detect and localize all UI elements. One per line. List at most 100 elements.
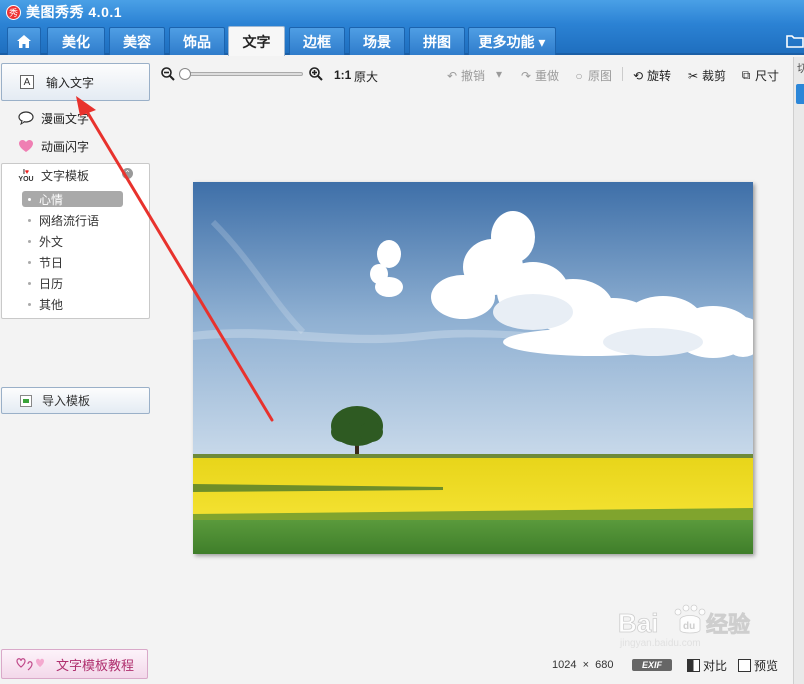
title-bar: 秀 美图秀秀 4.0.1	[0, 0, 804, 24]
animated-text-label: 动画闪字	[41, 139, 90, 154]
watermark-url: jingyan.baidu.com	[619, 638, 701, 649]
tab-beautify[interactable]: 美化	[47, 27, 105, 55]
bullet-icon	[28, 260, 31, 264]
original-image-label: 原图	[588, 69, 613, 83]
tab-frame[interactable]: 边框	[289, 27, 345, 55]
zoom-slider-thumb[interactable]	[179, 68, 191, 80]
tab-text[interactable]: 文字	[228, 26, 285, 56]
zoom-slider[interactable]	[179, 68, 303, 80]
actual-size-ratio-button[interactable]: 1:1	[334, 68, 351, 82]
category-label: 节日	[39, 255, 64, 270]
times-sign: ×	[582, 659, 590, 671]
undo-label: 撤销	[461, 69, 486, 83]
watermark-suffix: 经验	[706, 612, 750, 638]
crop-button[interactable]: ✂ 裁剪	[686, 67, 726, 84]
svg-text:Bai: Bai	[618, 608, 658, 638]
hearts-decoration-icon	[16, 658, 44, 671]
import-template-label: 导入模板	[42, 394, 91, 408]
landscape-photo	[193, 182, 753, 554]
redo-label: 重做	[535, 69, 560, 83]
original-size-button[interactable]: 原大	[354, 68, 378, 85]
compare-label: 对比	[703, 659, 728, 673]
right-panel-tab[interactable]	[796, 84, 804, 104]
text-template-panel: I♥ YOU 文字模板 ⌃ 心情 网络流行语 外文 节日 日历 其他	[1, 163, 150, 319]
collapse-up-icon[interactable]: ⌃	[122, 168, 133, 179]
redo-button[interactable]: ↷ 重做	[519, 67, 559, 84]
image-height: 680	[595, 659, 614, 671]
bullet-icon	[28, 302, 31, 306]
bullet-icon	[28, 239, 31, 243]
zoom-in-icon[interactable]	[309, 67, 323, 81]
canvas-photo[interactable]	[193, 182, 753, 554]
comic-text-item[interactable]: 漫画文字	[18, 109, 89, 127]
speech-bubble-icon	[18, 111, 34, 125]
toolbar-divider	[622, 67, 623, 81]
flashing-heart-icon	[18, 139, 34, 153]
undo-button[interactable]: ↶ 撤销	[445, 67, 485, 84]
category-calendar[interactable]: 日历	[22, 275, 123, 291]
bullet-icon	[28, 281, 31, 285]
tab-beauty[interactable]: 美容	[109, 27, 165, 55]
compare-icon	[687, 659, 700, 672]
category-mood[interactable]: 心情	[22, 191, 123, 207]
text-template-header[interactable]: I♥ YOU 文字模板	[18, 167, 89, 184]
app-title: 美图秀秀 4.0.1	[26, 4, 123, 20]
bullet-icon	[28, 197, 31, 201]
left-panel: A 输入文字 漫画文字 动画闪字 I♥ YOU 文字模板 ⌃ 心情 网络流行语 外…	[0, 57, 153, 684]
tutorial-label: 文字模板教程	[56, 657, 135, 673]
tab-scene[interactable]: 场景	[349, 27, 405, 55]
tab-more-features[interactable]: 更多功能 ▾	[468, 27, 556, 55]
comic-text-label: 漫画文字	[41, 111, 90, 126]
redo-icon: ↷	[520, 68, 532, 83]
category-label: 心情	[39, 192, 64, 207]
right-panel-label: 切	[797, 63, 804, 75]
tab-home[interactable]	[7, 27, 41, 55]
category-label: 外文	[39, 234, 64, 249]
tab-accessories[interactable]: 饰品	[169, 27, 225, 55]
image-dimensions: 1024 × 680	[552, 659, 614, 671]
open-folder-icon[interactable]	[786, 32, 804, 48]
category-foreign-text[interactable]: 外文	[22, 233, 123, 249]
right-panel-edge	[793, 57, 804, 684]
category-other[interactable]: 其他	[22, 296, 123, 312]
original-image-button[interactable]: ○ 原图	[572, 67, 612, 84]
resize-icon: ⧉	[741, 68, 751, 82]
category-internet-slang[interactable]: 网络流行语	[22, 212, 123, 228]
resize-button[interactable]: ⧉ 尺寸	[739, 67, 779, 84]
baidu-jingyan-watermark: Bai du 经验 jingyan.baidu.com	[618, 604, 750, 649]
preview-icon	[738, 659, 751, 672]
category-label: 其他	[39, 297, 64, 312]
category-label: 网络流行语	[39, 213, 100, 228]
scissors-icon: ✂	[687, 68, 699, 83]
import-template-button[interactable]: 导入模板	[1, 387, 150, 414]
app-logo-icon: 秀	[6, 4, 21, 20]
svg-text:du: du	[683, 621, 695, 632]
crop-label: 裁剪	[702, 69, 727, 83]
circle-icon: ○	[575, 68, 583, 83]
rotate-button[interactable]: ⟲ 旋转	[631, 67, 671, 84]
main-tab-bar: 美化 美容 饰品 文字 边框 场景 拼图 更多功能 ▾	[0, 24, 804, 56]
compare-button[interactable]: 对比	[687, 657, 727, 674]
tab-collage[interactable]: 拼图	[409, 27, 465, 55]
bullet-icon	[28, 218, 31, 222]
undo-icon: ↶	[446, 68, 458, 83]
image-width: 1024	[552, 659, 577, 671]
undo-history-dropdown-icon[interactable]: ▾	[496, 67, 502, 81]
resize-label: 尺寸	[755, 69, 780, 83]
rotate-label: 旋转	[647, 69, 672, 83]
rotate-icon: ⟲	[632, 68, 644, 83]
input-text-label: 输入文字	[46, 75, 95, 90]
input-text-button[interactable]: A 输入文字	[1, 63, 150, 101]
preview-label: 预览	[754, 659, 779, 673]
image-toolbar: 1:1 原大 ↶ 撤销 ▾ ↷ 重做 ○ 原图 ⟲ 旋转 ✂ 裁剪 ⧉ 尺寸	[153, 57, 793, 91]
exif-info-button[interactable]: EXIF	[632, 659, 672, 671]
animated-text-item[interactable]: 动画闪字	[18, 137, 89, 155]
i-love-you-icon: I♥ YOU	[18, 168, 34, 183]
zoom-out-icon[interactable]	[161, 67, 175, 81]
text-template-tutorial-button[interactable]: 文字模板教程	[1, 649, 148, 679]
text-template-title: 文字模板	[41, 169, 90, 183]
home-icon	[17, 35, 31, 48]
category-holidays[interactable]: 节日	[22, 254, 123, 270]
text-a-icon: A	[20, 75, 34, 89]
preview-button[interactable]: 预览	[738, 657, 778, 674]
